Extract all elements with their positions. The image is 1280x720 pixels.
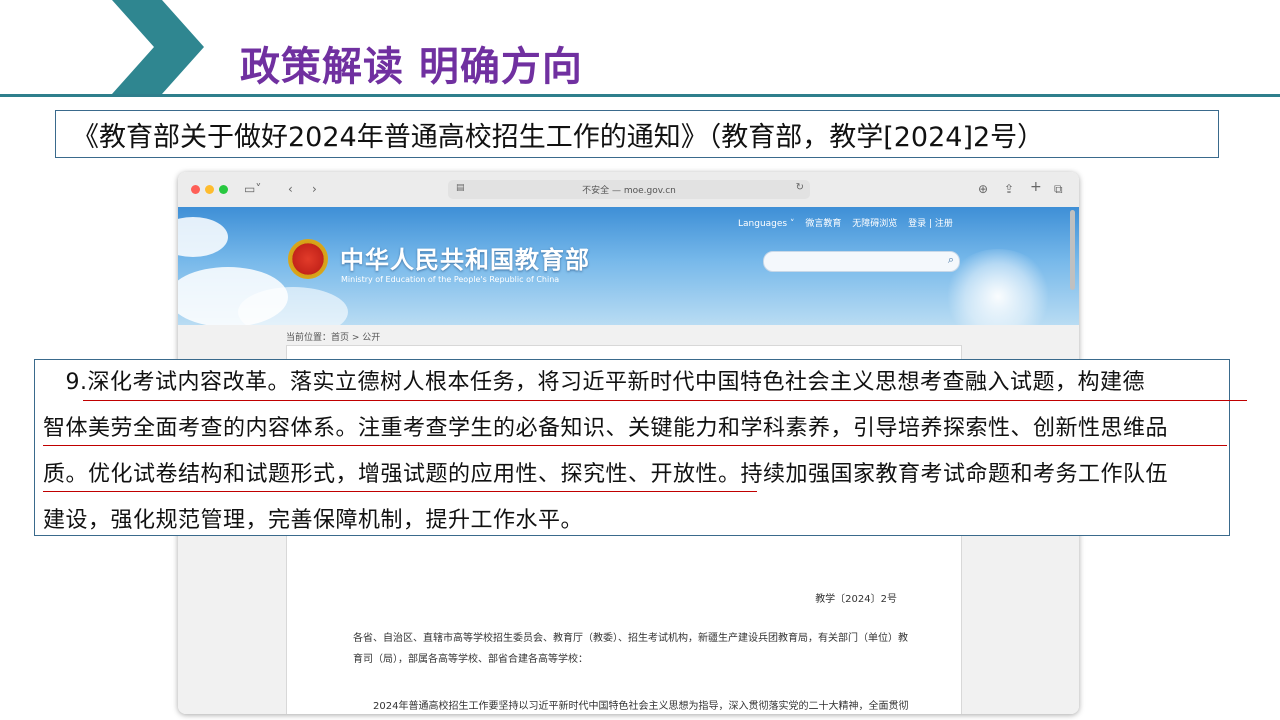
weiyan-link[interactable]: 微言教育 xyxy=(805,219,841,229)
reload-icon[interactable]: ↻ xyxy=(796,182,804,193)
site-name-cn: 中华人民共和国教育部 xyxy=(340,246,590,274)
notice-title-box: 《教育部关于做好2024年普通高校招生工作的通知》（教育部，教学[2024]2号… xyxy=(55,110,1219,158)
document-addressees: 各省、自治区、直辖市高等学校招生委员会、教育厅（教委）、招生考试机构，新疆生产建… xyxy=(353,633,908,665)
site-banner: 中华人民共和国教育部 Ministry of Education of the … xyxy=(178,207,1079,325)
accessibility-link[interactable]: 无障碍浏览 xyxy=(852,219,897,229)
browser-toolbar: ▭˅ ‹ › ▤ 不安全 — moe.gov.cn ↻ ⊕ ⇪ + ⧉ xyxy=(178,172,1079,208)
sidebar-icon[interactable]: ▭˅ xyxy=(244,181,261,197)
languages-link[interactable]: Languages ˅ xyxy=(738,219,794,229)
share-icon[interactable]: ⇪ xyxy=(1004,181,1014,197)
quote-line: 建设，强化规范管理，完善保障机制，提升工作水平。 xyxy=(43,508,584,533)
minimize-window-button[interactable] xyxy=(205,185,214,194)
document-number: 教学〔2024〕2号 xyxy=(815,594,897,605)
site-name-en: Ministry of Education of the People's Re… xyxy=(341,275,560,284)
underline-mark xyxy=(43,491,757,492)
document-paragraph: 2024年普通高校招生工作要坚持以习近平新时代中国特色社会主义思想为指导，深入贯… xyxy=(373,701,909,712)
breadcrumb: 当前位置：首页 > 公开 xyxy=(286,333,381,343)
cloud-decoration xyxy=(178,217,228,257)
tabs-icon[interactable]: ⧉ xyxy=(1054,181,1063,197)
maximize-window-button[interactable] xyxy=(219,185,228,194)
download-icon[interactable]: ⊕ xyxy=(978,181,988,197)
underline-mark xyxy=(83,400,1247,401)
site-search-input[interactable]: ⌕ xyxy=(763,251,960,272)
chevron-arrow-icon xyxy=(112,0,204,94)
quote-excerpt-box: 9.深化考试内容改革。落实立德树人根本任务，将习近平新时代中国特色社会主义思想考… xyxy=(34,359,1247,536)
scrollbar[interactable] xyxy=(1070,210,1075,290)
forward-icon[interactable]: › xyxy=(312,181,317,197)
slide-title: 政策解读 明确方向 xyxy=(240,44,583,90)
quote-line: 智体美劳全面考查的内容体系。注重考查学生的必备知识、关键能力和学科素养，引导培养… xyxy=(43,416,1169,441)
quote-line: 9.深化考试内容改革。落实立德树人根本任务，将习近平新时代中国特色社会主义思想考… xyxy=(43,370,1145,395)
national-emblem xyxy=(288,239,328,279)
document-icon: ▤ xyxy=(456,183,465,193)
address-text: 不安全 — moe.gov.cn xyxy=(582,186,676,196)
notice-title: 《教育部关于做好2024年普通高校招生工作的通知》（教育部，教学[2024]2号… xyxy=(72,121,1045,153)
back-icon[interactable]: ‹ xyxy=(288,181,293,197)
underline-mark xyxy=(43,445,1227,446)
header-divider xyxy=(0,94,1280,97)
address-bar[interactable]: ▤ 不安全 — moe.gov.cn ↻ xyxy=(448,180,810,199)
plus-icon[interactable]: + xyxy=(1030,179,1042,195)
search-icon[interactable]: ⌕ xyxy=(948,253,954,267)
close-window-button[interactable] xyxy=(191,185,200,194)
site-top-links: Languages ˅ 微言教育 无障碍浏览 登录 | 注册 xyxy=(738,216,961,229)
login-register-link[interactable]: 登录 | 注册 xyxy=(908,219,953,229)
quote-line: 质。优化试卷结构和试题形式，增强试题的应用性、探究性、开放性。持续加强国家教育考… xyxy=(43,462,1169,487)
